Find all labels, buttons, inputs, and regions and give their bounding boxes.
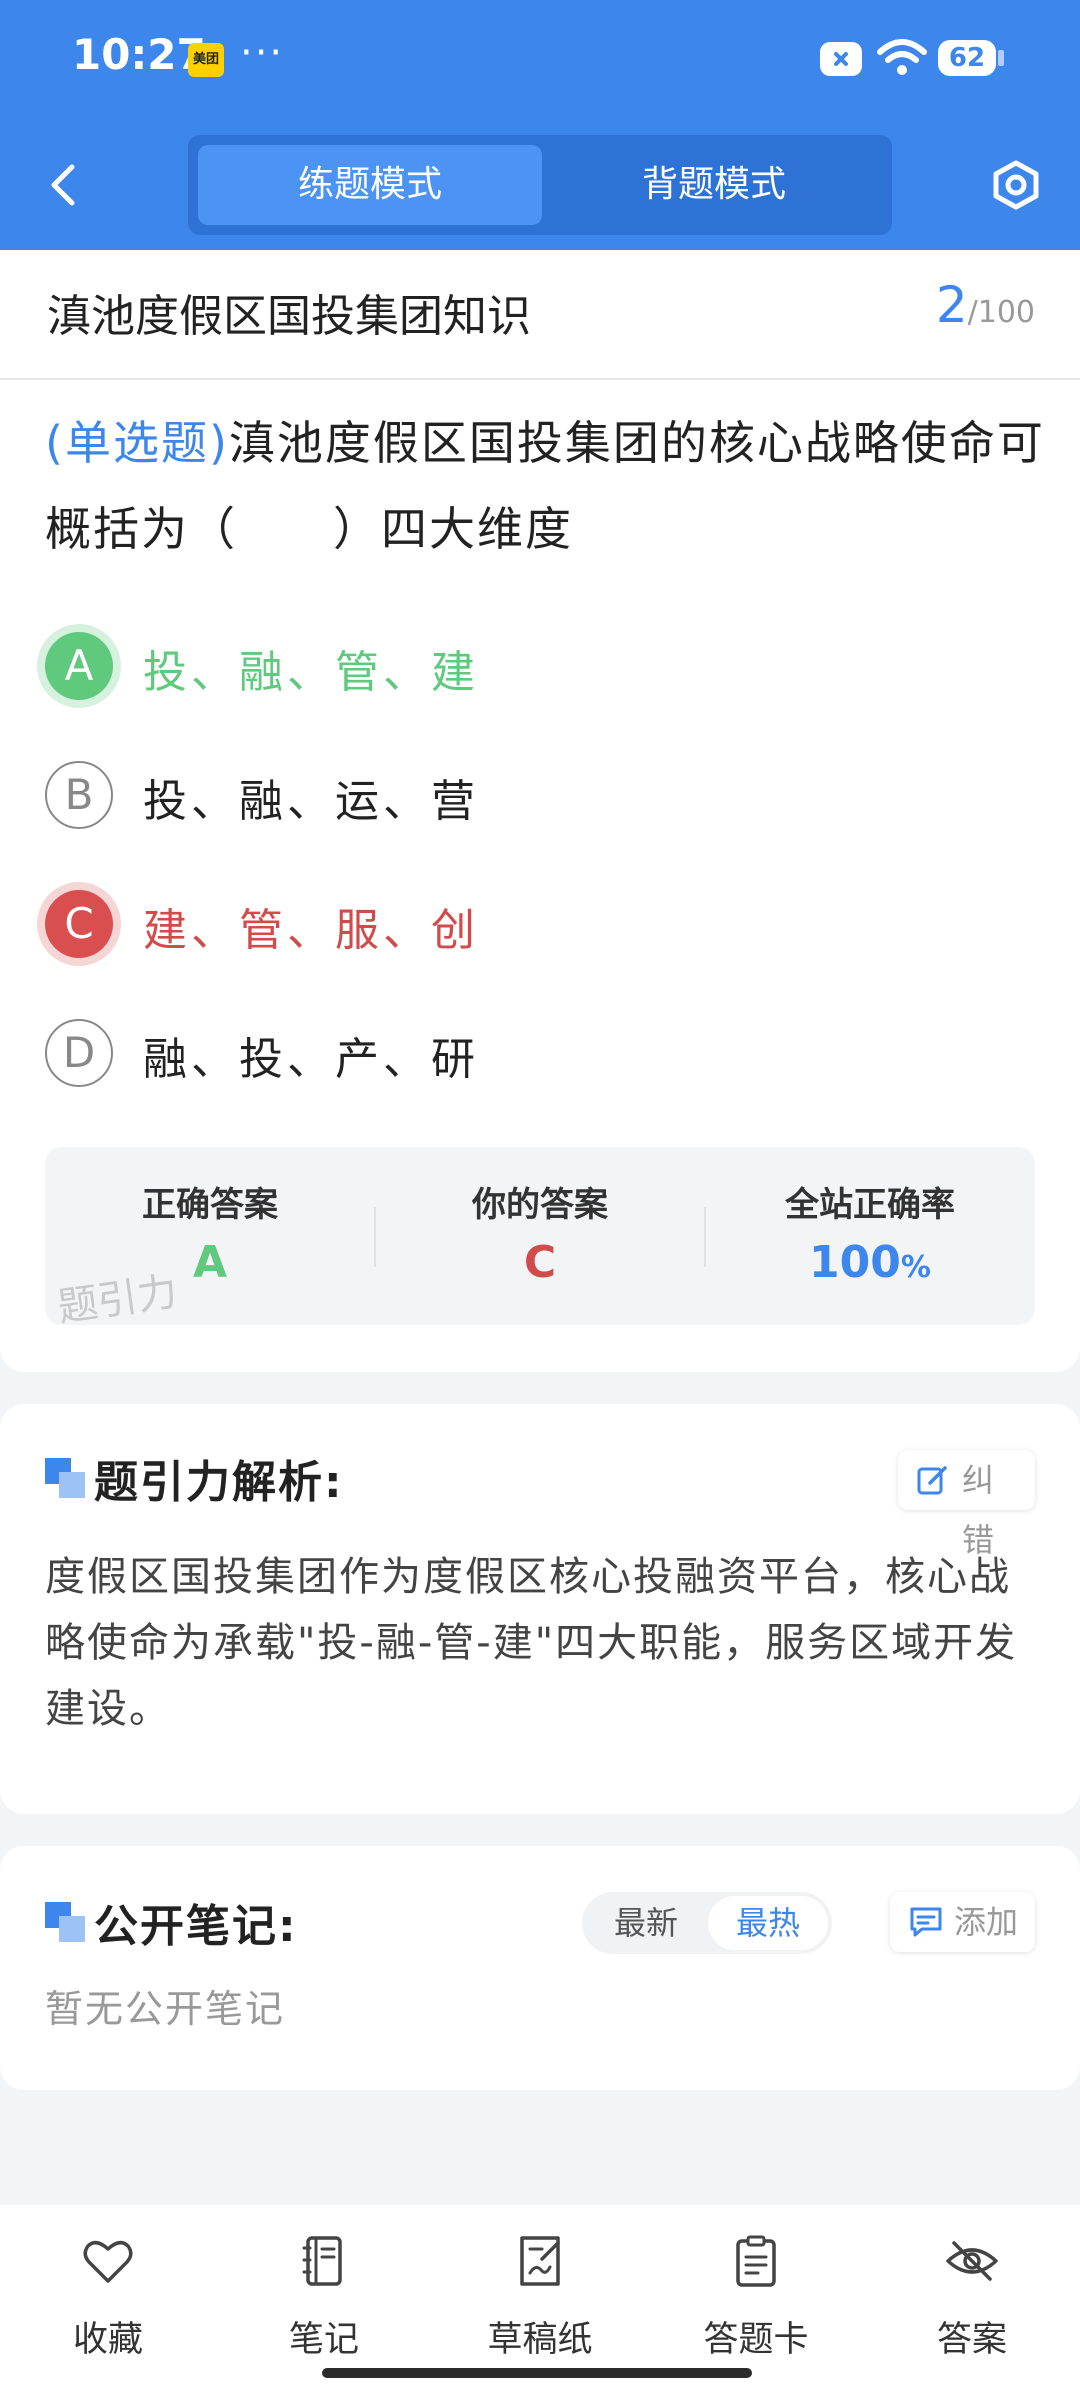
your-answer-col: 你的答案 C [375,1147,705,1325]
question-progress: 2/100 [936,276,1035,334]
option-letter: B [45,761,113,829]
comment-icon [910,1907,942,1937]
option-c[interactable]: C 建、管、服、创 [45,886,1035,966]
notes-button[interactable]: 笔记 [234,2225,414,2360]
section-square-icon [45,1902,87,1944]
status-time: 10:27 [72,30,206,79]
answer-sheet-label: 答题卡 [703,2320,809,2360]
section-square-icon [45,1458,87,1500]
question-stem: (单选题)滇池度假区国投集团的核心战略使命可概括为（ ）四大维度 [45,400,1045,572]
site-accuracy-label: 全站正确率 [785,1185,955,1225]
accuracy-number: 100 [809,1237,901,1288]
notes-label: 笔记 [288,2320,359,2360]
public-notes-heading: 公开笔记: [94,1901,298,1952]
tab-recite-mode[interactable]: 背题模式 [542,145,886,225]
battery-icon: 62 [938,40,1004,76]
question-type-label: (单选题) [45,416,229,470]
option-text: 融、投、产、研 [143,1034,479,1085]
show-answer-button[interactable]: 答案 [882,2225,1062,2360]
your-answer-value: C [523,1237,557,1288]
progress-current: 2 [935,276,968,334]
site-accuracy-col: 全站正确率 100% [705,1147,1035,1325]
home-indicator[interactable] [322,2368,752,2378]
add-note-button[interactable]: 添加 [890,1892,1035,1952]
show-answer-label: 答案 [936,2320,1007,2360]
your-answer-label: 你的答案 [472,1185,608,1225]
progress-total: /100 [967,295,1035,330]
divider [0,378,1080,380]
option-d[interactable]: D 融、投、产、研 [45,1015,1035,1095]
analysis-card: 题引力解析: 纠错 度假区国投集团作为度假区核心投融资平台，核心战略使命为承载"… [0,1404,1080,1814]
draft-paper-label: 草稿纸 [487,2320,593,2360]
option-a[interactable]: A 投、融、管、建 [45,628,1035,708]
notebook-icon [302,2236,342,2286]
tab-practice-mode[interactable]: 练题模式 [198,145,542,225]
favorite-button[interactable]: 收藏 [18,2225,198,2360]
clipboard-icon [736,2235,776,2287]
edit-icon [917,1466,947,1495]
back-arrow-icon[interactable] [40,155,90,215]
heart-icon [83,2240,133,2283]
answer-sheet-button[interactable]: 答题卡 [666,2225,846,2360]
top-header: 10:27 美团 ··· 62 练题模式 背题模式 [0,0,1080,250]
question-bank-title: 滇池度假区国投集团知识 [47,291,531,342]
status-bar: 10:27 美团 ··· 62 [0,0,1080,120]
favorite-label: 收藏 [72,2320,143,2360]
answer-result-panel: 正确答案 A 你的答案 C 全站正确率 100% 题引力 [45,1147,1035,1325]
sort-hottest[interactable]: 最热 [708,1896,828,1950]
analysis-text: 度假区国投集团作为度假区核心投融资平台，核心战略使命为承载"投-融-管-建"四大… [45,1554,1018,1732]
no-sim-icon [820,42,862,76]
sort-latest[interactable]: 最新 [586,1896,706,1950]
settings-hexagon-icon[interactable] [990,155,1042,215]
question-card: 滇池度假区国投集团知识 2/100 (单选题)滇池度假区国投集团的核心战略使命可… [0,250,1080,1372]
option-text: 投、融、管、建 [143,647,479,698]
public-notes-card: 公开笔记: 最新 最热 添加 暂无公开笔记 [0,1846,1080,2090]
analysis-heading: 题引力解析: [94,1457,344,1508]
wifi-icon [877,39,927,75]
site-accuracy-value: 100% [705,1237,1035,1288]
correct-answer-label: 正确答案 [142,1185,278,1225]
eye-off-icon [946,2241,998,2281]
option-letter: A [45,632,113,700]
accuracy-unit: % [900,1250,931,1285]
report-error-button[interactable]: 纠错 [898,1450,1035,1559]
option-text: 建、管、服、创 [143,905,479,956]
option-letter: C [45,890,113,958]
option-letter: D [45,1019,113,1087]
meituan-app-icon: 美团 [188,43,224,77]
draft-icon [520,2236,560,2286]
mode-switch: 练题模式 背题模式 [188,135,892,235]
add-note-label: 添加 [954,1903,1019,1941]
empty-notes-text: 暂无公开笔记 [45,1987,286,2031]
option-b[interactable]: B 投、融、运、营 [45,757,1035,837]
draft-paper-button[interactable]: 草稿纸 [450,2225,630,2360]
notes-sort-toggle: 最新 最热 [582,1892,832,1954]
option-text: 投、融、运、营 [143,776,479,827]
more-notifications-icon: ··· [240,30,285,76]
